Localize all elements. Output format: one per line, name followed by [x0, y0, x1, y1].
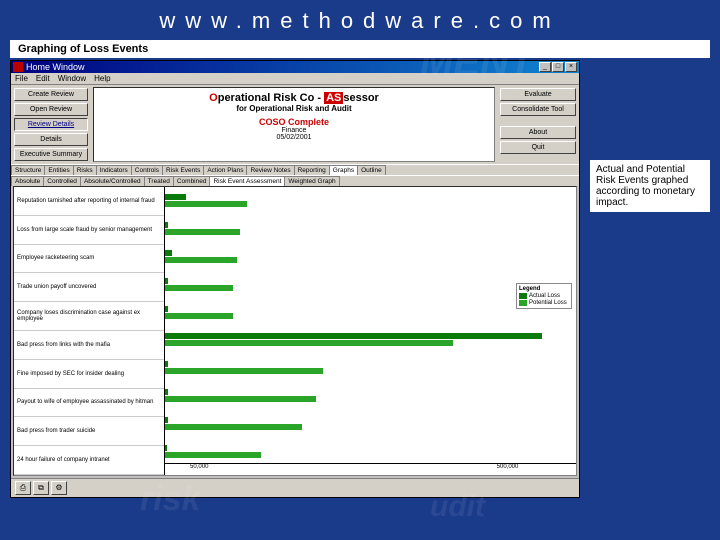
- tab-review-notes[interactable]: Review Notes: [246, 165, 294, 175]
- chart-row-label: Company loses discrimination case agains…: [14, 302, 164, 331]
- bar-potential: [165, 424, 302, 430]
- subtab-controlled[interactable]: Controlled: [43, 176, 81, 186]
- app-window: Home Window _ □ × File Edit Window Help …: [10, 60, 580, 498]
- bottom-toolbar: ⎙ ⧉ ⚙: [11, 478, 579, 497]
- tab-reporting[interactable]: Reporting: [294, 165, 330, 175]
- slide-title: Graphing of Loss Events: [10, 40, 710, 58]
- tabs-row-main: StructureEntitiesRisksIndicatorsControls…: [11, 164, 579, 175]
- subtab-absolute-controlled[interactable]: Absolute/Controlled: [80, 176, 145, 186]
- window-title: Home Window: [26, 62, 85, 72]
- review-title: COSO Complete: [98, 117, 490, 127]
- bar-actual: [165, 278, 168, 284]
- tab-risks[interactable]: Risks: [73, 165, 97, 175]
- bar-potential: [165, 285, 233, 291]
- copy-icon[interactable]: ⧉: [33, 481, 49, 495]
- chart-legend: Legend Actual Loss Potential Loss: [516, 283, 572, 309]
- quit-button[interactable]: Quit: [500, 141, 576, 154]
- left-button-panel: Create Review Open Review Review Details…: [11, 85, 91, 164]
- chart-row-label: Bad press from trader suicide: [14, 417, 164, 446]
- tab-outline[interactable]: Outline: [357, 165, 386, 175]
- subtab-absolute[interactable]: Absolute: [11, 176, 44, 186]
- chart-row-label: Payout to wife of employee assassinated …: [14, 389, 164, 418]
- product-logo: Operational Risk Co - ASsessor: [98, 92, 490, 104]
- maximize-button[interactable]: □: [552, 62, 564, 72]
- chart-row-label: 24 hour failure of company intranet: [14, 446, 164, 475]
- open-review-button[interactable]: Open Review: [14, 103, 88, 116]
- banner-panel: Operational Risk Co - ASsessor for Opera…: [93, 87, 495, 162]
- right-button-panel: Evaluate Consolidate Tool About Quit: [497, 85, 579, 164]
- tab-graphs[interactable]: Graphs: [329, 165, 358, 175]
- consolidate-tool-button[interactable]: Consolidate Tool: [500, 103, 576, 116]
- menu-help[interactable]: Help: [94, 74, 110, 83]
- bar-potential: [165, 340, 453, 346]
- review-dept: Finance: [98, 127, 490, 134]
- evaluate-button[interactable]: Evaluate: [500, 88, 576, 101]
- executive-summary-button[interactable]: Executive Summary: [14, 148, 88, 161]
- details-button[interactable]: Details: [14, 133, 88, 146]
- legend-swatch-potential: [519, 300, 527, 306]
- chart-area: Reputation tarnished after reporting of …: [13, 186, 577, 476]
- legend-label-potential: Potential Loss: [529, 300, 567, 306]
- review-date: 05/02/2001: [98, 134, 490, 141]
- slide-annotation: Actual and Potential Risk Events graphed…: [590, 160, 710, 212]
- chart-row-label: Trade union payoff uncovered: [14, 273, 164, 302]
- create-review-button[interactable]: Create Review: [14, 88, 88, 101]
- legend-title: Legend: [519, 286, 569, 292]
- bar-actual: [165, 417, 168, 423]
- bar-actual: [165, 333, 542, 339]
- minimize-button[interactable]: _: [539, 62, 551, 72]
- subtab-risk-event-assessment[interactable]: Risk Event Assessment: [209, 176, 285, 186]
- menu-window[interactable]: Window: [58, 74, 86, 83]
- tab-structure[interactable]: Structure: [11, 165, 45, 175]
- bar-potential: [165, 368, 323, 374]
- bar-potential: [165, 257, 237, 263]
- tab-entities[interactable]: Entities: [44, 165, 73, 175]
- bar-actual: [165, 222, 168, 228]
- chart-row-label: Fine imposed by SEC for insider dealing: [14, 360, 164, 389]
- bar-potential: [165, 396, 316, 402]
- chart-row-label: Reputation tarnished after reporting of …: [14, 187, 164, 216]
- menu-bar: File Edit Window Help: [11, 73, 579, 85]
- chart-row-label: Employee racketeering scam: [14, 245, 164, 274]
- legend-swatch-actual: [519, 293, 527, 299]
- close-button[interactable]: ×: [565, 62, 577, 72]
- bar-actual: [165, 250, 172, 256]
- tab-action-plans[interactable]: Action Plans: [203, 165, 247, 175]
- chart-row-label: Loss from large scale fraud by senior ma…: [14, 216, 164, 245]
- bar-actual: [165, 306, 168, 312]
- product-tagline: for Operational Risk and Audit: [98, 104, 490, 113]
- subtab-weighted-graph[interactable]: Weighted Graph: [284, 176, 339, 186]
- chart-row-label: Bad press from links with the mafia: [14, 331, 164, 360]
- bar-potential: [165, 201, 247, 207]
- legend-label-actual: Actual Loss: [529, 293, 560, 299]
- tab-controls[interactable]: Controls: [131, 165, 163, 175]
- page-url-header: www.methodware.com: [0, 0, 720, 40]
- subtab-combined[interactable]: Combined: [173, 176, 211, 186]
- bar-potential: [165, 313, 233, 319]
- bar-actual: [165, 445, 167, 451]
- bar-actual: [165, 194, 186, 200]
- settings-icon[interactable]: ⚙: [51, 481, 67, 495]
- bar-actual: [165, 389, 168, 395]
- menu-file[interactable]: File: [15, 74, 28, 83]
- app-icon: [13, 62, 23, 72]
- bar-actual: [165, 361, 168, 367]
- about-button[interactable]: About: [500, 126, 576, 139]
- tab-risk-events[interactable]: Risk Events: [162, 165, 204, 175]
- print-icon[interactable]: ⎙: [15, 481, 31, 495]
- subtab-treated[interactable]: Treated: [144, 176, 174, 186]
- bar-potential: [165, 229, 240, 235]
- review-details-button[interactable]: Review Details: [14, 118, 88, 131]
- tabs-row-sub: AbsoluteControlledAbsolute/ControlledTre…: [11, 175, 579, 186]
- window-titlebar: Home Window _ □ ×: [11, 61, 579, 73]
- bar-potential: [165, 452, 261, 458]
- menu-edit[interactable]: Edit: [36, 74, 50, 83]
- tab-indicators[interactable]: Indicators: [96, 165, 132, 175]
